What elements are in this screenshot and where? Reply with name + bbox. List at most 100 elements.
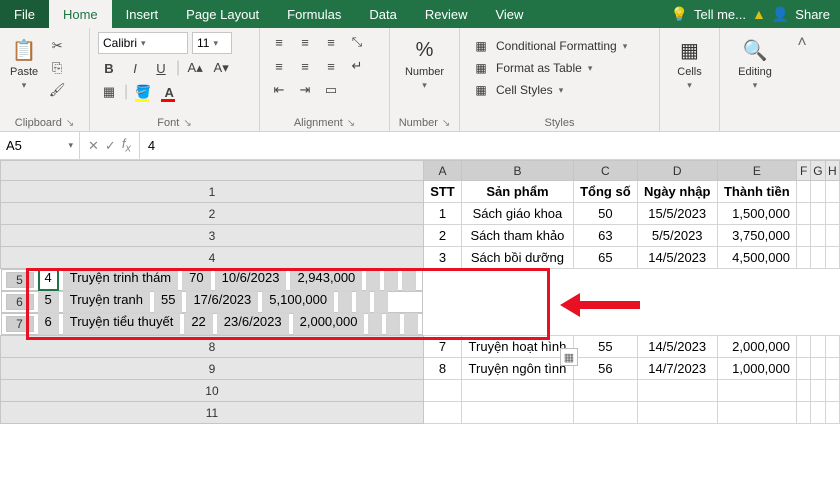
orientation-button[interactable]: ⤡ bbox=[346, 32, 368, 52]
cell[interactable] bbox=[717, 380, 796, 402]
cell[interactable]: 6 bbox=[38, 313, 59, 335]
cell[interactable]: 65 bbox=[573, 247, 637, 269]
copy-button[interactable]: ⎘ bbox=[46, 58, 68, 78]
cell[interactable]: 50 bbox=[573, 203, 637, 225]
cell[interactable] bbox=[796, 336, 810, 358]
cell[interactable] bbox=[825, 402, 839, 424]
cell[interactable] bbox=[386, 313, 400, 335]
cell[interactable] bbox=[811, 358, 825, 380]
cell[interactable] bbox=[811, 181, 825, 203]
cell[interactable]: 14/7/2023 bbox=[637, 358, 717, 380]
bold-button[interactable]: B bbox=[98, 58, 120, 78]
row-header-5[interactable]: 5 bbox=[6, 272, 34, 288]
cell[interactable] bbox=[811, 247, 825, 269]
number-format-button[interactable]: % Number ▾ bbox=[398, 32, 451, 95]
tab-view[interactable]: View bbox=[481, 0, 537, 28]
align-bottom-button[interactable]: ≡ bbox=[320, 32, 342, 52]
cell[interactable]: 14/5/2023 bbox=[637, 247, 717, 269]
align-top-button[interactable]: ≡ bbox=[268, 32, 290, 52]
cell[interactable]: 3 bbox=[423, 247, 461, 269]
cell[interactable]: Sách bồi dưỡng bbox=[461, 247, 573, 269]
cell[interactable] bbox=[796, 380, 810, 402]
cell[interactable]: 8 bbox=[423, 358, 461, 380]
cell[interactable]: Truyện tranh bbox=[63, 291, 150, 313]
row-header-2[interactable]: 2 bbox=[1, 203, 424, 225]
align-left-button[interactable]: ≡ bbox=[268, 56, 290, 76]
decrease-indent-button[interactable]: ⇤ bbox=[268, 80, 290, 100]
cell[interactable] bbox=[825, 181, 839, 203]
cell[interactable]: 5,100,000 bbox=[262, 291, 334, 313]
cell[interactable]: 2,000,000 bbox=[717, 336, 796, 358]
col-header-G[interactable]: G bbox=[811, 161, 825, 181]
cell[interactable] bbox=[811, 336, 825, 358]
italic-button[interactable]: I bbox=[124, 58, 146, 78]
fill-color-button[interactable]: 🪣 bbox=[132, 82, 154, 102]
cell[interactable]: 23/6/2023 bbox=[217, 313, 289, 335]
cell[interactable]: 22 bbox=[184, 313, 212, 335]
cell[interactable] bbox=[796, 225, 810, 247]
quick-analysis-tag-icon[interactable]: ▦ bbox=[560, 348, 578, 366]
cell[interactable]: 5/5/2023 bbox=[637, 225, 717, 247]
tab-data[interactable]: Data bbox=[355, 0, 410, 28]
cell[interactable] bbox=[811, 225, 825, 247]
cell[interactable] bbox=[637, 380, 717, 402]
conditional-formatting-button[interactable]: ▦Conditional Formatting▾ bbox=[468, 36, 651, 56]
tab-home[interactable]: Home bbox=[49, 0, 112, 28]
cell[interactable]: Sách tham khảo bbox=[461, 225, 573, 247]
name-box[interactable]: A5▾ bbox=[0, 132, 80, 159]
collapse-ribbon-button[interactable]: ˄ bbox=[790, 28, 814, 131]
cell[interactable]: 2 bbox=[423, 225, 461, 247]
cut-button[interactable]: ✂ bbox=[46, 36, 68, 56]
cell[interactable] bbox=[461, 402, 573, 424]
col-header-C[interactable]: C bbox=[573, 161, 637, 181]
cell[interactable] bbox=[573, 402, 637, 424]
decrease-font-button[interactable]: A▾ bbox=[210, 58, 232, 78]
col-header-F[interactable]: F bbox=[796, 161, 810, 181]
cell[interactable] bbox=[825, 247, 839, 269]
cell[interactable] bbox=[825, 336, 839, 358]
cell[interactable] bbox=[825, 358, 839, 380]
tab-review[interactable]: Review bbox=[411, 0, 482, 28]
row-header-9[interactable]: 9 bbox=[1, 358, 424, 380]
cell[interactable]: STT bbox=[423, 181, 461, 203]
cell[interactable] bbox=[796, 402, 810, 424]
font-size-select[interactable]: 11▾ bbox=[192, 32, 232, 54]
cell[interactable]: 56 bbox=[573, 358, 637, 380]
cell[interactable] bbox=[811, 380, 825, 402]
formula-input[interactable]: 4 bbox=[140, 132, 840, 159]
dialog-launcher-icon[interactable]: ↘ bbox=[347, 118, 355, 129]
fx-icon[interactable]: fx bbox=[122, 136, 131, 155]
cell[interactable] bbox=[423, 402, 461, 424]
tab-file[interactable]: File bbox=[0, 0, 49, 28]
cell[interactable] bbox=[717, 402, 796, 424]
cell[interactable] bbox=[374, 291, 388, 313]
cell[interactable]: 2,943,000 bbox=[290, 269, 362, 291]
editing-button[interactable]: 🔍 Editing ▾ bbox=[728, 32, 782, 95]
align-right-button[interactable]: ≡ bbox=[320, 56, 342, 76]
cell[interactable]: 14/5/2023 bbox=[637, 336, 717, 358]
col-header-B[interactable]: B bbox=[461, 161, 573, 181]
cell[interactable]: Tổng số bbox=[573, 181, 637, 203]
row-header-4[interactable]: 4 bbox=[1, 247, 424, 269]
tab-formulas[interactable]: Formulas bbox=[273, 0, 355, 28]
cell[interactable]: 63 bbox=[573, 225, 637, 247]
row-header-10[interactable]: 10 bbox=[1, 380, 424, 402]
cell[interactable]: 10/6/2023 bbox=[215, 269, 287, 291]
enter-icon[interactable]: ✓ bbox=[105, 138, 116, 154]
cell[interactable]: 70 bbox=[182, 269, 210, 291]
cell[interactable]: Truyện trinh thám bbox=[63, 269, 178, 291]
cancel-icon[interactable]: ✕ bbox=[88, 138, 99, 154]
format-as-table-button[interactable]: ▦Format as Table▾ bbox=[468, 58, 651, 78]
tab-page-layout[interactable]: Page Layout bbox=[172, 0, 273, 28]
row-header-3[interactable]: 3 bbox=[1, 225, 424, 247]
col-header-D[interactable]: D bbox=[637, 161, 717, 181]
cell[interactable] bbox=[811, 203, 825, 225]
format-painter-button[interactable]: 🖌 bbox=[46, 80, 68, 100]
row-header-8[interactable]: 8 bbox=[1, 336, 424, 358]
select-all-corner[interactable] bbox=[1, 161, 424, 181]
tab-insert[interactable]: Insert bbox=[112, 0, 173, 28]
font-name-select[interactable]: Calibri▾ bbox=[98, 32, 188, 54]
cell[interactable] bbox=[796, 247, 810, 269]
cell[interactable]: 15/5/2023 bbox=[637, 203, 717, 225]
cell[interactable]: 2,000,000 bbox=[293, 313, 365, 335]
